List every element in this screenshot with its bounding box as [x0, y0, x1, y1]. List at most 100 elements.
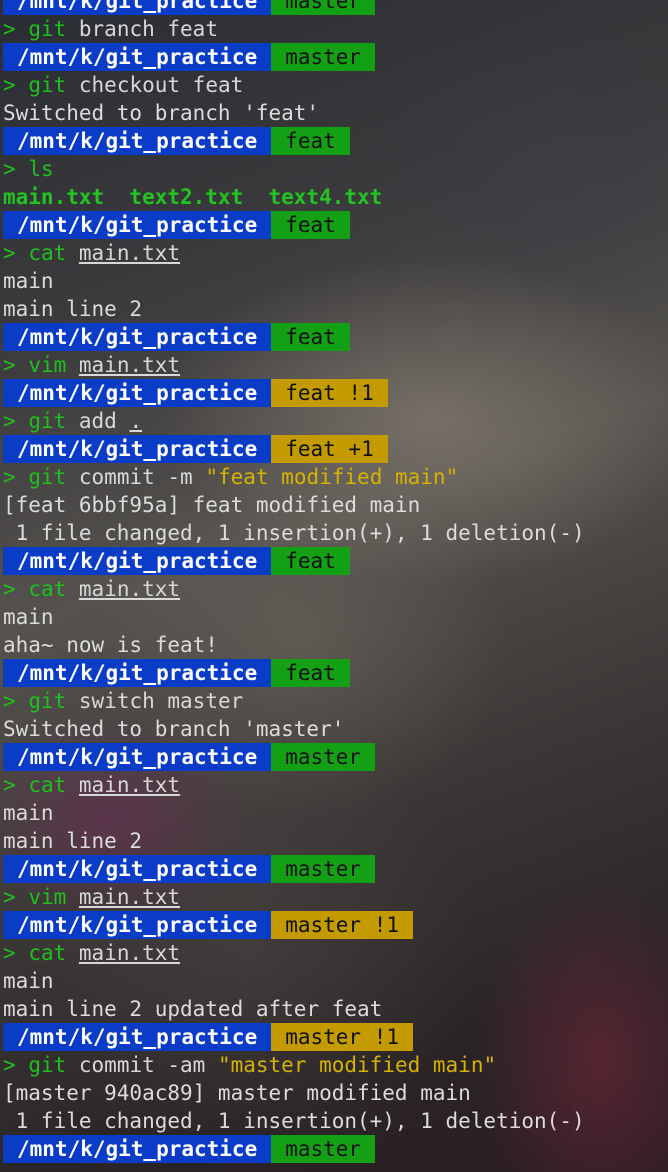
prompt-branch-segment: master [271, 43, 376, 71]
output-line: main line 2 [0, 827, 668, 855]
prompt-line: /mnt/k/git_practice master [0, 0, 668, 15]
command-args: add [66, 409, 130, 433]
command-line: > cat main.txt [0, 239, 668, 267]
command-name: cat [28, 577, 67, 601]
prompt-path-segment: /mnt/k/git_practice [3, 855, 272, 883]
output-line: [feat 6bbf95a] feat modified main [0, 491, 668, 519]
command-line: > git switch master [0, 687, 668, 715]
prompt-branch-segment: feat [271, 659, 350, 687]
command-name: git [28, 409, 67, 433]
file-listing: main.txt text2.txt text4.txt [0, 183, 668, 211]
prompt-line: /mnt/k/git_practice master !1 [0, 1023, 668, 1051]
prompt-path-segment: /mnt/k/git_practice [3, 659, 272, 687]
prompt-branch-segment: feat [271, 547, 350, 575]
output-text: main line 2 [3, 297, 143, 321]
command-name: ls [28, 157, 54, 181]
output-line: 1 file changed, 1 insertion(+), 1 deleti… [0, 1107, 668, 1135]
command-string-arg: "master modified main" [217, 1053, 497, 1077]
output-text: 1 file changed, 1 insertion(+), 1 deleti… [3, 521, 585, 545]
prompt-branch-segment: master !1 [271, 911, 414, 939]
prompt-branch-segment: feat [271, 323, 350, 351]
prompt-caret: > [3, 773, 16, 797]
prompt-caret: > [3, 577, 16, 601]
prompt-caret: > [3, 241, 16, 265]
prompt-line: /mnt/k/git_practice feat [0, 211, 668, 239]
prompt-caret: > [3, 1053, 16, 1077]
prompt-caret: > [3, 409, 16, 433]
command-name: vim [28, 353, 67, 377]
prompt-branch-segment: master [271, 0, 376, 15]
output-line: main line 2 [0, 295, 668, 323]
output-line: main [0, 967, 668, 995]
output-line: main [0, 267, 668, 295]
command-line: > vim main.txt [0, 351, 668, 379]
command-name: cat [28, 241, 67, 265]
prompt-line: /mnt/k/git_practice master !1 [0, 911, 668, 939]
command-line: > vim main.txt [0, 883, 668, 911]
output-text: main [3, 605, 54, 629]
command-args [66, 773, 79, 797]
prompt-caret: > [3, 941, 16, 965]
command-path-arg: main.txt [78, 773, 181, 797]
prompt-line: /mnt/k/git_practice feat !1 [0, 379, 668, 407]
prompt-path-segment: /mnt/k/git_practice [3, 1023, 272, 1051]
prompt-caret: > [3, 353, 16, 377]
output-line: Switched to branch 'feat' [0, 99, 668, 127]
command-args [66, 241, 79, 265]
prompt-line: /mnt/k/git_practice master [0, 1135, 668, 1163]
command-path-arg: main.txt [78, 941, 181, 965]
prompt-branch-segment: feat !1 [271, 379, 388, 407]
command-name: git [28, 689, 67, 713]
prompt-branch-segment: feat [271, 211, 350, 239]
command-line: > git commit -am "master modified main" [0, 1051, 668, 1079]
prompt-path-segment: /mnt/k/git_practice [3, 211, 272, 239]
command-args: commit -am [66, 1053, 218, 1077]
command-name: git [28, 1053, 67, 1077]
command-path-arg: main.txt [78, 241, 181, 265]
output-text: aha~ now is feat! [3, 633, 218, 657]
output-text: [feat 6bbf95a] feat modified main [3, 493, 421, 517]
prompt-branch-segment: feat +1 [271, 435, 388, 463]
command-args: checkout feat [66, 73, 244, 97]
command-args [66, 577, 79, 601]
command-path-arg: . [129, 409, 143, 433]
command-line: > cat main.txt [0, 771, 668, 799]
command-string-arg: "feat modified main" [205, 465, 459, 489]
prompt-branch-segment: master [271, 743, 376, 771]
prompt-branch-segment: feat [271, 127, 350, 155]
command-path-arg: main.txt [78, 577, 181, 601]
prompt-path-segment: /mnt/k/git_practice [3, 323, 272, 351]
file-list-text: main.txt text2.txt text4.txt [3, 185, 383, 209]
command-line: > cat main.txt [0, 939, 668, 967]
command-line: > git commit -m "feat modified main" [0, 463, 668, 491]
prompt-caret: > [3, 885, 16, 909]
output-line: Switched to branch 'master' [0, 715, 668, 743]
terminal-output[interactable]: /mnt/k/git_practice master > git branch fe… [0, 0, 668, 1163]
output-text: main [3, 269, 54, 293]
prompt-branch-segment: master !1 [271, 1023, 414, 1051]
output-line: main [0, 799, 668, 827]
prompt-path-segment: /mnt/k/git_practice [3, 435, 272, 463]
prompt-path-segment: /mnt/k/git_practice [3, 911, 272, 939]
prompt-branch-segment: master [271, 855, 376, 883]
output-line: aha~ now is feat! [0, 631, 668, 659]
prompt-line: /mnt/k/git_practice feat +1 [0, 435, 668, 463]
prompt-line: /mnt/k/git_practice feat [0, 323, 668, 351]
command-line: > ls [0, 155, 668, 183]
prompt-path-segment: /mnt/k/git_practice [3, 1135, 272, 1163]
prompt-path-segment: /mnt/k/git_practice [3, 43, 272, 71]
command-args: commit -m [66, 465, 206, 489]
output-text: Switched to branch 'master' [3, 717, 345, 741]
output-text: [master 940ac89] master modified main [3, 1081, 471, 1105]
prompt-line: /mnt/k/git_practice master [0, 43, 668, 71]
command-name: git [28, 73, 67, 97]
command-path-arg: main.txt [78, 885, 181, 909]
output-text: main line 2 [3, 829, 143, 853]
output-line: main line 2 updated after feat [0, 995, 668, 1023]
prompt-path-segment: /mnt/k/git_practice [3, 743, 272, 771]
command-args: branch feat [66, 17, 218, 41]
prompt-path-segment: /mnt/k/git_practice [3, 379, 272, 407]
prompt-caret: > [3, 465, 16, 489]
prompt-path-segment: /mnt/k/git_practice [3, 547, 272, 575]
prompt-branch-segment: master [271, 1135, 376, 1163]
